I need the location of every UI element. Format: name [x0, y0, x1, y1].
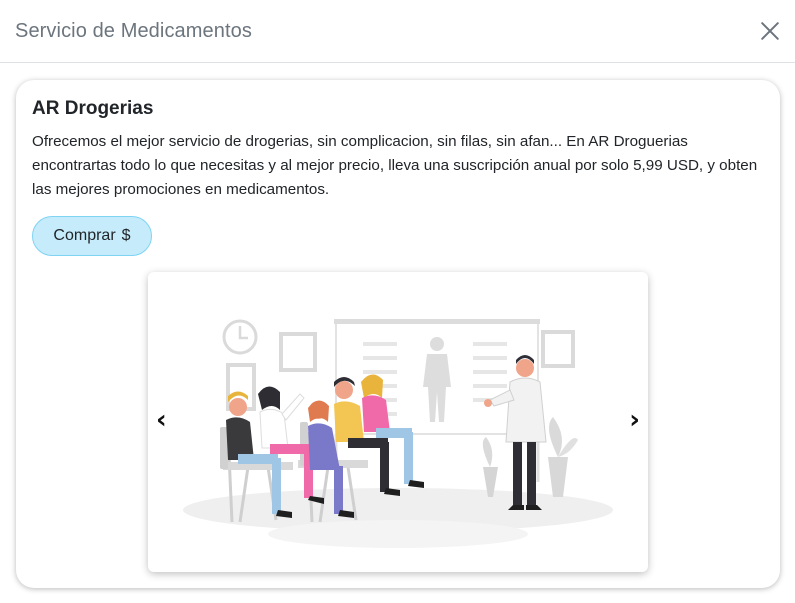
card-title: AR Drogerias — [32, 98, 154, 119]
carousel-next-button[interactable]: › — [629, 407, 640, 433]
dollar-icon: $ — [121, 227, 131, 244]
modal-title: Servicio de Medicamentos — [15, 19, 252, 42]
buy-button-label: Comprar — [53, 227, 116, 244]
doctor-presentation-illustration — [183, 319, 613, 548]
product-card: AR Drogerias Ofrecemos el mejor servicio… — [16, 80, 780, 588]
modal-header: Servicio de Medicamentos — [0, 0, 795, 63]
buy-button[interactable]: Comprar $ — [32, 216, 152, 256]
image-carousel[interactable]: ‹ › — [148, 272, 648, 572]
carousel-prev-button[interactable]: ‹ — [156, 407, 167, 433]
close-icon[interactable] — [759, 20, 781, 42]
card-description: Ofrecemos el mejor servicio de drogerias… — [32, 133, 758, 198]
